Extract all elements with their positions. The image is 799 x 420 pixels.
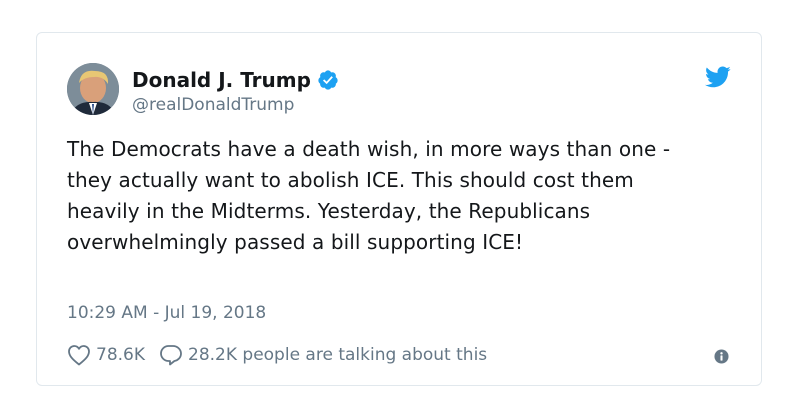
conversation-button[interactable]: 28.2K people are talking about this: [159, 344, 487, 366]
talking-count: 28.2K people are talking about this: [188, 345, 488, 365]
twitter-bird-icon[interactable]: [705, 66, 731, 88]
tweet-timestamp[interactable]: 10:29 AM - Jul 19, 2018: [67, 302, 266, 324]
speech-bubble-icon: [160, 345, 182, 366]
author-handle[interactable]: @realDonaldTrump: [132, 94, 294, 116]
like-count: 78.6K: [96, 345, 145, 365]
avatar[interactable]: [67, 63, 119, 115]
tweet-actions: 78.6K 28.2K people are talking about thi…: [67, 342, 487, 368]
tweet-card[interactable]: Donald J. Trump @realDonaldTrump The Dem…: [36, 32, 762, 386]
author-name-row[interactable]: Donald J. Trump: [132, 67, 339, 93]
author-display-name[interactable]: Donald J. Trump: [132, 67, 311, 93]
heart-icon: [68, 345, 90, 366]
verified-badge-icon: [317, 69, 339, 91]
info-icon[interactable]: [714, 349, 729, 364]
like-button[interactable]: 78.6K: [67, 344, 145, 366]
tweet-text: The Democrats have a death wish, in more…: [67, 137, 671, 254]
